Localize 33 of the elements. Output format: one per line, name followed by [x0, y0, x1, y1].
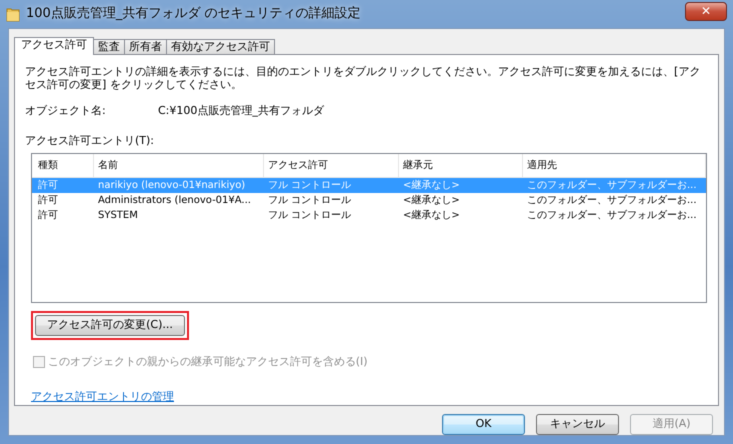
list-cell-text: このフォルダー、サブフォルダーお... — [526, 208, 698, 223]
dialog-button[interactable]: OK — [442, 414, 525, 435]
dialog-button[interactable]: キャンセル — [536, 414, 619, 435]
window-title: 100点販売管理_共有フォルダ のセキュリティの詳細設定 — [26, 5, 360, 24]
tab[interactable]: 監査 — [93, 39, 125, 54]
list-row[interactable]: 許可 Administrators (lenovo-01¥A... フル コントロール <継承なし> このフォルダー、サブフォルダーお... — [32, 193, 706, 208]
list-cell-text: 許可 — [37, 208, 59, 223]
manage-entries-link[interactable]: アクセス許可エントリの管理 — [31, 388, 174, 405]
list-cell-text: 許可 — [37, 194, 59, 208]
description-text: アクセス許可エントリの詳細を表示するには、目的のエントリをダブルクリックしてください。アクセス許可に変更を加えるには、[アクセス許可の変更] をクリックしてください。 — [25, 65, 702, 91]
change-permissions-button[interactable]: アクセス許可の変更(C)... — [35, 315, 185, 336]
list-cell-text: 許可 — [37, 178, 59, 193]
list-cell-text: このフォルダー、サブフォルダーお... — [526, 194, 698, 208]
list-cell-text: <継承なし> — [402, 194, 461, 208]
entries-label: アクセス許可エントリ(T): — [25, 132, 156, 148]
tab[interactable]: 所有者 — [124, 39, 167, 54]
list-cell-text: <継承なし> — [402, 178, 461, 193]
list-cell-text: Administrators (lenovo-01¥A... — [97, 194, 252, 208]
list-cell-text: このフォルダー、サブフォルダーお... — [526, 178, 698, 193]
object-name-value: C:¥100点販売管理_共有フォルダ — [158, 103, 324, 119]
close-button[interactable]: ✕ — [685, 2, 727, 20]
folder-icon — [6, 6, 20, 22]
list-cell-text: <継承なし> — [402, 208, 461, 223]
tab[interactable]: 有効なアクセス許可 — [166, 39, 275, 54]
list-cell-text: フル コントロール — [267, 179, 352, 193]
list-cell-text: フル コントロール — [267, 194, 352, 208]
list-row[interactable]: 許可 SYSTEM フル コントロール <継承なし> このフォルダー、サブフォルダーお... — [32, 208, 706, 223]
tab[interactable]: アクセス許可 — [14, 37, 94, 55]
list-cell-text: SYSTEM — [97, 209, 139, 223]
checkbox-label: このオブジェクトの親からの継承可能なアクセス許可を含める(I) — [48, 354, 368, 370]
object-name-label: オブジェクト名: — [25, 103, 107, 119]
list-cell-text: narikiyo (lenovo-01¥narikiyo) — [97, 179, 246, 193]
list-cell-text: フル コントロール — [267, 209, 352, 223]
